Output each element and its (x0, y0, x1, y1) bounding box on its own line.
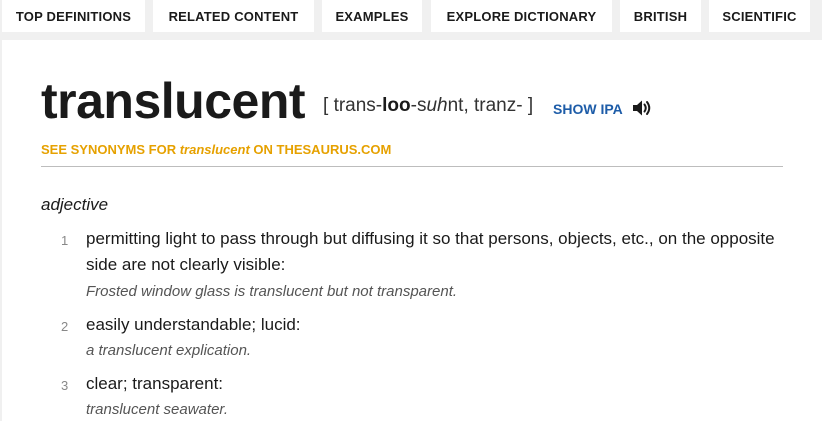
pron-stress: loo (382, 95, 411, 116)
definition-text: easily understandable; lucid: (86, 315, 301, 334)
tab-related-content[interactable]: RELATED CONTENT (153, 0, 314, 32)
part-of-speech: adjective (41, 195, 109, 214)
definition-number: 1 (61, 233, 69, 248)
definition-text: clear; transparent: (86, 374, 224, 393)
divider (41, 166, 783, 167)
tab-top-definitions[interactable]: TOP DEFINITIONS (2, 0, 145, 32)
entry-card: translucent [ trans-loo-suhnt, tranz- ] … (2, 40, 822, 421)
tab-examples[interactable]: EXAMPLES (322, 0, 422, 32)
thesaurus-synonyms-link[interactable]: SEE SYNONYMS FOR translucent ON THESAURU… (41, 142, 391, 157)
definition-text: permitting light to pass through but dif… (86, 229, 775, 274)
tab-british[interactable]: BRITISH (620, 0, 701, 32)
pron-close: ] (527, 95, 534, 116)
pronunciation: [ trans-loo-suhnt, tranz- ] (323, 95, 533, 117)
definition-example: a translucent explication. (86, 342, 252, 359)
tab-explore-dictionary[interactable]: EXPLORE DICTIONARY (431, 0, 612, 32)
show-ipa-button[interactable]: SHOW IPA (553, 101, 623, 117)
headword: translucent (41, 73, 306, 129)
synonyms-prefix: SEE SYNONYMS FOR (41, 142, 180, 157)
pron-part: nt, tranz- (447, 95, 528, 116)
definition-number: 3 (61, 378, 69, 393)
pron-open: [ (323, 95, 334, 116)
tab-scientific[interactable]: SCIENTIFIC (709, 0, 810, 32)
definition-number: 2 (61, 319, 69, 334)
pron-part: trans- (333, 95, 383, 116)
definition-example: translucent seawater. (86, 401, 229, 418)
pron-part: -s (410, 95, 427, 116)
section-tabs: TOP DEFINITIONS RELATED CONTENT EXAMPLES… (0, 0, 822, 32)
pron-schwa: uh (426, 95, 448, 116)
synonyms-suffix: ON THESAURUS.COM (249, 142, 392, 157)
synonyms-word: translucent (179, 142, 250, 157)
speaker-icon[interactable] (631, 98, 653, 118)
definition-example: Frosted window glass is translucent but … (86, 283, 458, 300)
